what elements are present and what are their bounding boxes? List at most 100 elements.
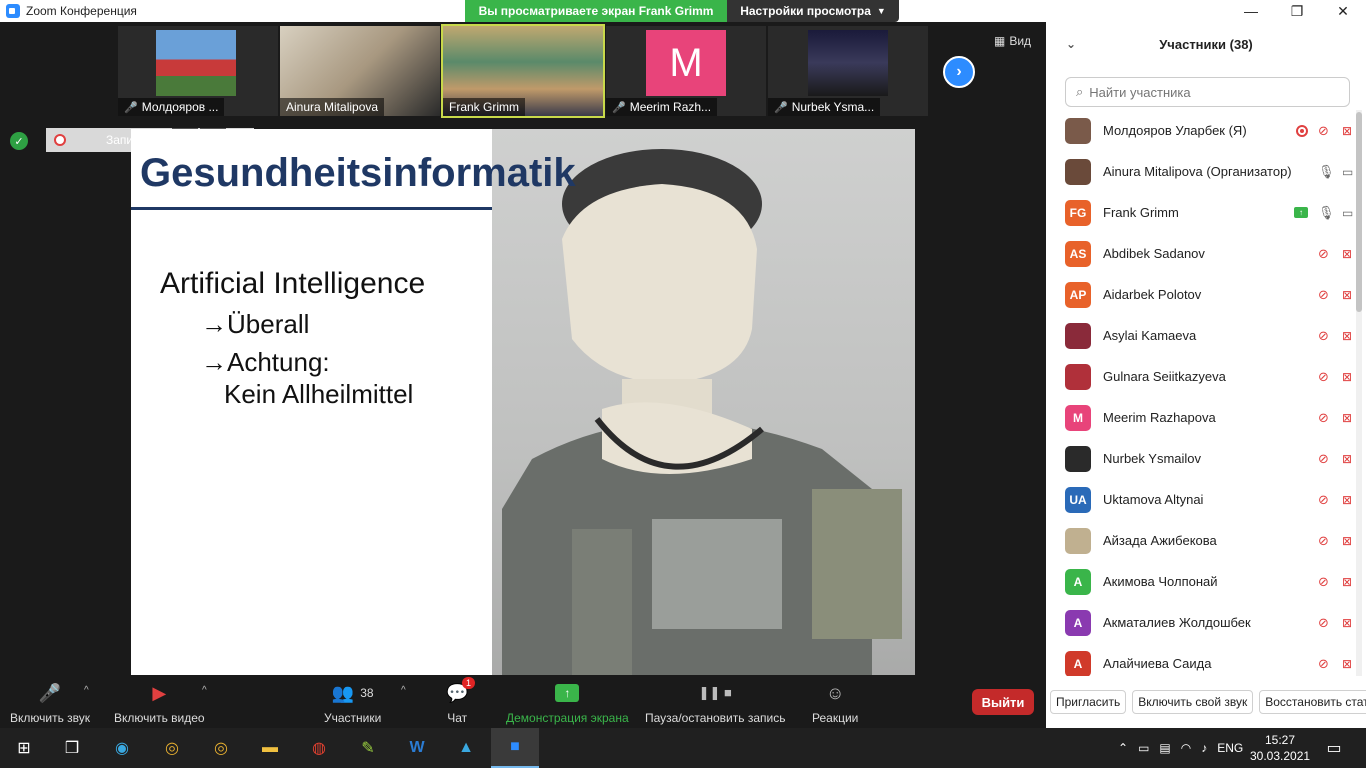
collapse-chevron-icon[interactable]: ⌄ xyxy=(1066,37,1076,51)
view-button[interactable]: ▦ Вид xyxy=(994,34,1031,48)
recording-dot-icon xyxy=(54,134,66,146)
participant-status-icons: ⊘ ⊠ xyxy=(1318,520,1358,561)
view-options-button[interactable]: Настройки просмотра ▼ xyxy=(727,0,899,22)
start-button[interactable]: ⊞ xyxy=(0,728,48,768)
maximize-button[interactable]: ❐ xyxy=(1274,0,1320,22)
reactions-button[interactable]: ☺ Реакции xyxy=(812,681,858,726)
chrome-icon: ◎ xyxy=(165,740,179,757)
pen-icon: ✎ xyxy=(361,740,375,757)
taskbar-yandex[interactable]: ◍ xyxy=(295,728,343,768)
participant-row[interactable]: А Акимова Чолпонай ⊘ ⊠ xyxy=(1046,561,1358,602)
video-tile-active[interactable]: Frank Grimm xyxy=(441,24,605,118)
start-video-button[interactable]: ▶ Включить видео xyxy=(114,681,205,726)
minimize-button[interactable]: — xyxy=(1228,0,1274,22)
search-input[interactable] xyxy=(1089,84,1330,100)
pause-record-button[interactable]: ❚❚ ■ Пауза/остановить запись xyxy=(645,681,785,725)
taskbar-chrome[interactable]: ◎ xyxy=(148,728,196,768)
scrollbar[interactable] xyxy=(1356,110,1362,676)
unmute-button[interactable]: 🎤 Включить звук xyxy=(10,681,90,726)
mic-muted-icon[interactable]: ⊘ xyxy=(1318,123,1332,139)
mic-muted-icon[interactable]: ⊘ xyxy=(1318,451,1332,467)
participant-status-icons: ⊘ ⊠ xyxy=(1318,274,1358,315)
slide-bullet: →Überall xyxy=(201,309,310,339)
participants-options-caret[interactable]: ^ xyxy=(401,685,406,696)
participant-row[interactable]: А Акматалиев Жолдошбек ⊘ ⊠ xyxy=(1046,602,1358,643)
language-indicator[interactable]: ENG xyxy=(1217,741,1243,755)
volume-icon[interactable]: ♪ xyxy=(1201,741,1207,755)
chat-label: Чат xyxy=(447,711,468,725)
participant-row[interactable]: AS Abdibek Sadanov ⊘ ⊠ xyxy=(1046,233,1358,274)
audio-options-caret[interactable]: ^ xyxy=(84,685,89,696)
invite-button[interactable]: Пригласить xyxy=(1050,690,1127,714)
close-button[interactable]: ✕ xyxy=(1320,0,1366,22)
mic-muted-icon[interactable]: ⊘ xyxy=(1318,328,1332,344)
participant-row[interactable]: AP Aidarbek Polotov ⊘ ⊠ xyxy=(1046,274,1358,315)
mic-icon[interactable]: 🎙 xyxy=(1318,164,1335,180)
mic-muted-icon[interactable]: ⊘ xyxy=(1318,492,1332,508)
task-view-button[interactable]: ❒ xyxy=(48,728,96,768)
robot-image xyxy=(492,129,915,675)
clock[interactable]: 15:27 30.03.2021 xyxy=(1250,732,1310,764)
unmute-me-button[interactable]: Включить свой звук xyxy=(1132,690,1254,714)
windows-taskbar: ⊞ ❒ ◉ ◎ ◎ ▬ ◍ ✎ W ▲ ■ ⌃ ▭ ▤ ◠ ♪ ENG 15:2… xyxy=(0,728,1366,768)
participant-status-icons: 🎙 ▭ xyxy=(1318,151,1358,192)
participant-name: Asylai Kamaeva xyxy=(1103,328,1197,343)
participant-row[interactable]: FG Frank Grimm ↑ 🎙 ▭ xyxy=(1046,192,1358,233)
taskbar-edge[interactable]: ◉ xyxy=(98,728,146,768)
system-tray: ⌃ ▭ ▤ ◠ ♪ ENG xyxy=(1118,728,1243,768)
grid-icon: ▦ xyxy=(994,34,1006,48)
reclaim-host-button[interactable]: Восстановить стату xyxy=(1259,690,1366,714)
notifications-button[interactable]: ▭ xyxy=(1310,728,1358,768)
video-tile[interactable]: Ainura Mitalipova xyxy=(280,26,440,116)
video-tile[interactable]: 🎤 Молдояров ... xyxy=(118,26,278,116)
participant-row[interactable]: UA Uktamova Altynai ⊘ ⊠ xyxy=(1046,479,1358,520)
share-banner: Вы просматриваете экран Frank Grimm Наст… xyxy=(465,0,899,22)
participant-row[interactable]: Nurbek Ysmailov ⊘ ⊠ xyxy=(1046,438,1358,479)
mic-muted-icon[interactable]: ⊘ xyxy=(1318,410,1332,426)
scrollbar-thumb[interactable] xyxy=(1356,112,1362,312)
meeting-area: 🎤 Молдояров ... Ainura Mitalipova Frank G… xyxy=(0,22,1046,675)
participant-row[interactable]: А Алайчиева Саида ⊘ ⊠ xyxy=(1046,643,1358,676)
video-tile[interactable]: 🎤 Nurbek Ysma... xyxy=(768,26,928,116)
video-options-caret[interactable]: ^ xyxy=(202,685,207,696)
mic-muted-icon[interactable]: ⊘ xyxy=(1318,287,1332,303)
participant-row[interactable]: Ainura Mitalipova (Организатор) 🎙 ▭ xyxy=(1046,151,1358,192)
participants-button[interactable]: 👥 38 Участники xyxy=(324,681,381,726)
taskbar-zoom[interactable]: ■ xyxy=(491,728,539,768)
mic-icon[interactable]: 🎙 xyxy=(1318,205,1335,221)
taskbar-word[interactable]: W xyxy=(393,728,441,768)
avatar: UA xyxy=(1065,486,1091,513)
participant-row[interactable]: Asylai Kamaeva ⊘ ⊠ xyxy=(1046,315,1358,356)
wifi-icon[interactable]: ◠ xyxy=(1181,741,1191,755)
chat-button[interactable]: 💬 1 Чат xyxy=(446,677,476,725)
participant-thumbnail xyxy=(808,30,888,96)
participant-row[interactable]: Gulnara Seiitkazyeva ⊘ ⊠ xyxy=(1046,356,1358,397)
video-strip: 🎤 Молдояров ... Ainura Mitalipova Frank G… xyxy=(0,22,1046,120)
mic-muted-icon[interactable]: ⊘ xyxy=(1318,574,1332,590)
search-box[interactable]: ⌕ xyxy=(1065,77,1350,107)
mic-muted-icon[interactable]: ⊘ xyxy=(1318,533,1332,549)
security-shield-icon[interactable]: ✓ xyxy=(10,132,28,150)
chrome-icon: ◎ xyxy=(214,740,228,757)
mic-muted-icon[interactable]: ⊘ xyxy=(1318,246,1332,262)
taskbar-photos[interactable]: ▲ xyxy=(442,728,490,768)
next-page-button[interactable]: › xyxy=(943,56,975,88)
leave-button[interactable]: Выйти xyxy=(972,689,1034,715)
show-hidden-icons[interactable]: ⌃ xyxy=(1118,741,1128,755)
taskbar-explorer[interactable]: ▬ xyxy=(246,728,294,768)
video-tile[interactable]: M 🎤 Meerim Razh... xyxy=(606,26,766,116)
participant-row[interactable]: M Meerim Razhapova ⊘ ⊠ xyxy=(1046,397,1358,438)
mic-muted-icon[interactable]: ⊘ xyxy=(1318,656,1332,672)
window-title: Zoom Конференция xyxy=(26,4,137,18)
battery-icon[interactable]: ▭ xyxy=(1138,741,1149,755)
mic-muted-icon[interactable]: ⊘ xyxy=(1318,615,1332,631)
share-screen-button[interactable]: ↑ Демонстрация экрана xyxy=(506,681,629,725)
clock-time: 15:27 xyxy=(1264,733,1296,747)
participant-row[interactable]: Айзада Ажибекова ⊘ ⊠ xyxy=(1046,520,1358,561)
network-icon[interactable]: ▤ xyxy=(1159,741,1170,755)
taskbar-chrome-profile[interactable]: ◎ xyxy=(197,728,245,768)
notification-icon: ▭ xyxy=(1326,740,1342,757)
mic-muted-icon[interactable]: ⊘ xyxy=(1318,369,1332,385)
participant-row[interactable]: Молдояров Уларбек (Я) ⊘ ⊠ xyxy=(1046,110,1358,151)
taskbar-app[interactable]: ✎ xyxy=(344,728,392,768)
